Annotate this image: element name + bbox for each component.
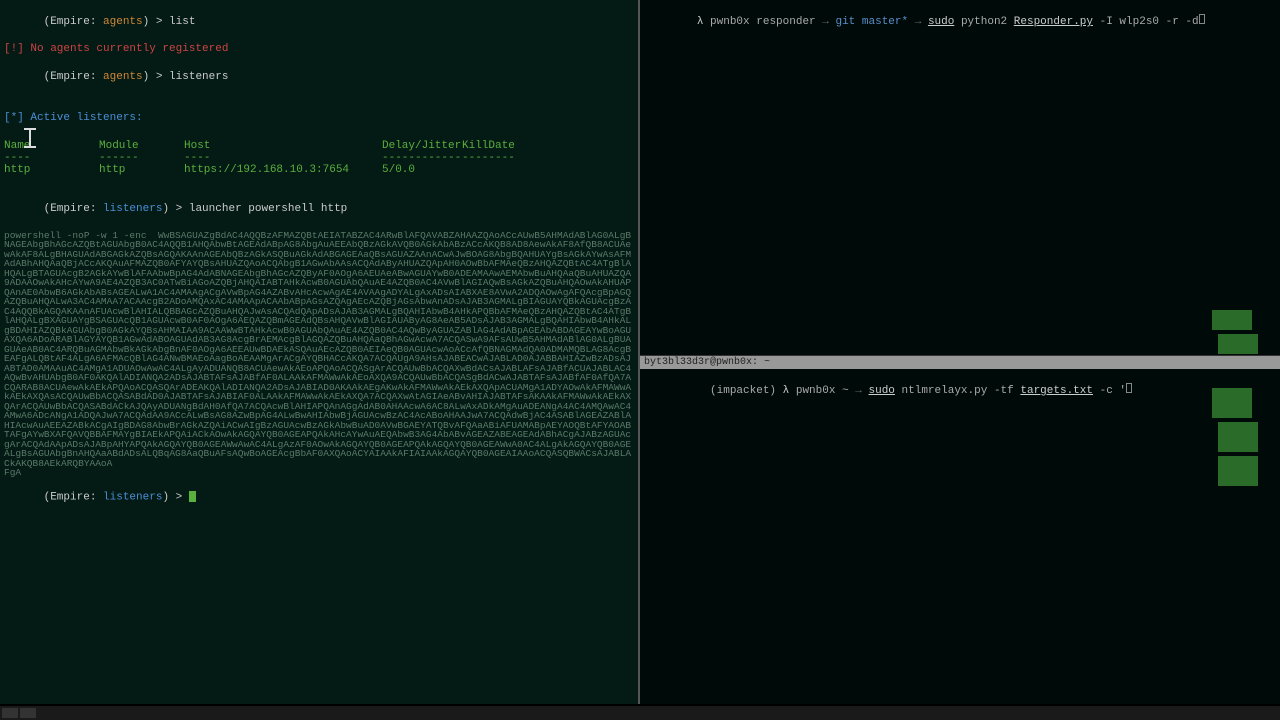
taskbar-item[interactable] bbox=[20, 708, 36, 718]
empire-context-listeners: listeners bbox=[103, 492, 162, 504]
lambda-prompt-icon: λ bbox=[697, 16, 704, 28]
cmd-targets-file: targets.txt bbox=[1020, 385, 1093, 397]
empire-context-agents: agents bbox=[103, 71, 143, 83]
impacket-context: (impacket) bbox=[710, 385, 776, 397]
no-agents-message: [!] No agents currently registered bbox=[4, 43, 634, 57]
empire-context-agents: agents bbox=[103, 16, 143, 28]
git-branch: git master* bbox=[835, 16, 908, 28]
empire-context-listeners: listeners bbox=[103, 203, 162, 215]
terminal-cursor bbox=[189, 491, 196, 502]
listeners-table-header: Name Module Host Delay/Jitter KillDate bbox=[4, 140, 634, 152]
listeners-table-row: http http https://192.168.10.3:7654 5/0.… bbox=[4, 164, 634, 176]
terminal-titlebar: byt3bl33d3r@pwnb0x: ~ bbox=[640, 356, 1280, 369]
cmd-launcher: launcher powershell http bbox=[189, 203, 347, 215]
arrow-icon: → bbox=[915, 16, 922, 28]
active-listeners-header: [*] Active listeners: bbox=[4, 112, 634, 126]
cmd-tf-flag: -tf bbox=[994, 385, 1014, 397]
cmd-sudo: sudo bbox=[869, 385, 895, 397]
cmd-ntlmrelayx: ntlmrelayx.py bbox=[902, 385, 988, 397]
empire-prompt-open: (Empire: bbox=[44, 16, 103, 28]
cmd-python: python2 bbox=[961, 16, 1007, 28]
arrow-icon: → bbox=[855, 385, 862, 397]
cmd-listeners: listeners bbox=[169, 71, 228, 83]
taskbar-item[interactable] bbox=[2, 708, 18, 718]
right-top-terminal-pane[interactable]: λ pwnb0x responder → git master* → sudo … bbox=[640, 0, 1280, 355]
cmd-args: -c ' bbox=[1100, 385, 1126, 397]
prompt-path: pwnb0x ~ bbox=[796, 385, 849, 397]
terminal-cursor bbox=[1199, 14, 1205, 24]
activity-indicator-block bbox=[1218, 422, 1258, 452]
activity-indicator-block bbox=[1218, 456, 1258, 486]
left-terminal-pane[interactable]: (Empire: agents) > list [!] No agents cu… bbox=[0, 0, 640, 704]
lambda-prompt-icon: λ bbox=[783, 385, 790, 397]
powershell-encoded-output: powershell -noP -w 1 -enc WwBSAGUAZgBdAC… bbox=[4, 231, 634, 478]
taskbar[interactable] bbox=[0, 706, 1280, 720]
cmd-list: list bbox=[169, 16, 195, 28]
prompt-path: pwnb0x responder bbox=[710, 16, 816, 28]
right-bottom-terminal-pane[interactable]: byt3bl33d3r@pwnb0x: ~ (impacket) λ pwnb0… bbox=[640, 355, 1280, 704]
activity-indicator-block bbox=[1218, 334, 1258, 354]
cmd-args: -I wlp2s0 -r -d bbox=[1100, 16, 1199, 28]
cmd-sudo: sudo bbox=[928, 16, 954, 28]
arrow-icon: → bbox=[822, 16, 829, 28]
cmd-responder-file: Responder.py bbox=[1014, 16, 1093, 28]
terminal-cursor bbox=[1126, 383, 1132, 393]
empire-prompt-close: ) > bbox=[143, 16, 169, 28]
listeners-table-underline: ---- ------ ---- ------------ -------- bbox=[4, 152, 634, 164]
activity-indicator-block bbox=[1212, 388, 1252, 418]
activity-indicator-block bbox=[1212, 310, 1252, 330]
